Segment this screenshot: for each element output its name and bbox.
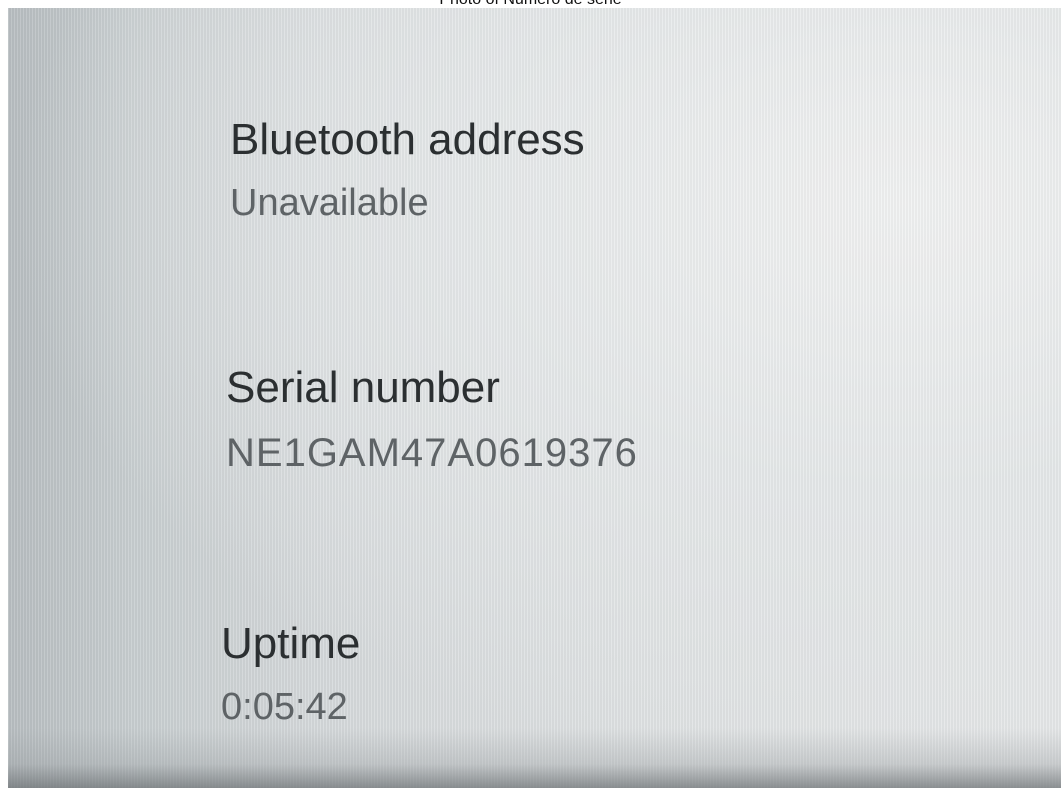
- bluetooth-address-title: Bluetooth address: [230, 115, 585, 164]
- uptime-title: Uptime: [221, 619, 361, 668]
- serial-number-title: Serial number: [226, 363, 500, 412]
- serial-number-item[interactable]: Serial number NE1GAM47A0619376: [226, 362, 638, 476]
- uptime-value: 0:05:42: [221, 686, 348, 728]
- uptime-item[interactable]: Uptime 0:05:42: [221, 618, 360, 730]
- image-caption: Photo of Número de série: [0, 0, 1061, 8]
- serial-number-value: NE1GAM47A0619376: [226, 431, 638, 475]
- device-screen-photo: Bluetooth address Unavailable Serial num…: [8, 8, 1061, 788]
- bluetooth-address-value: Unavailable: [230, 182, 429, 224]
- bluetooth-address-item[interactable]: Bluetooth address Unavailable: [230, 114, 585, 226]
